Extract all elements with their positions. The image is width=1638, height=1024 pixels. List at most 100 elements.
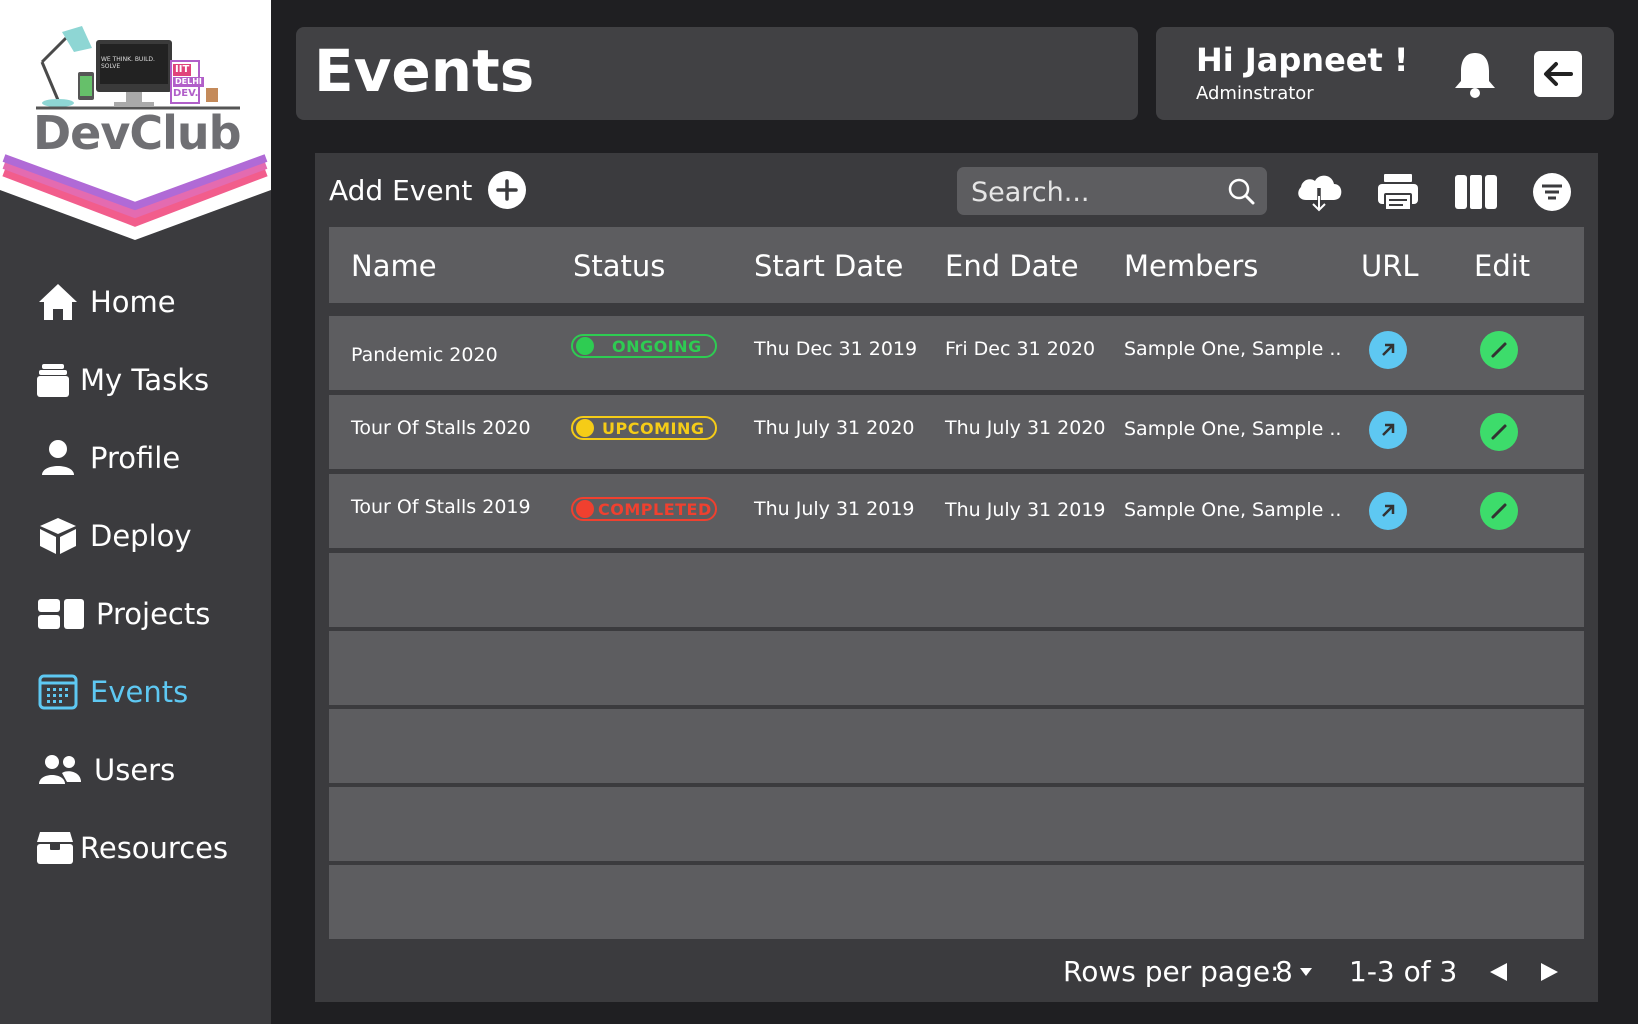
sidebar-item-my-tasks[interactable]: My Tasks xyxy=(36,355,209,405)
empty-row xyxy=(329,709,1584,783)
download-icon[interactable] xyxy=(1294,167,1344,217)
status-badge: UPCOMING xyxy=(571,416,717,440)
edit-button[interactable] xyxy=(1480,492,1518,530)
empty-row xyxy=(329,553,1584,627)
prev-page-icon[interactable] xyxy=(1487,961,1511,987)
members: Sample One, Sample .. xyxy=(1124,418,1342,440)
sidebar-item-resources[interactable]: Resources xyxy=(36,823,228,873)
search-box xyxy=(957,167,1267,215)
status-label: UPCOMING xyxy=(602,418,705,438)
sidebar-item-deploy[interactable]: Deploy xyxy=(36,511,192,561)
add-event-label: Add Event xyxy=(329,173,473,207)
empty-row xyxy=(329,631,1584,705)
event-name: Tour Of Stalls 2020 xyxy=(351,417,531,439)
sidebar-item-home[interactable]: Home xyxy=(36,277,176,327)
column-header-edit[interactable]: Edit xyxy=(1474,249,1530,283)
rows-per-page-select[interactable]: 8 xyxy=(1275,955,1313,988)
edit-button[interactable] xyxy=(1480,413,1518,451)
sidebar-item-label: Users xyxy=(94,753,176,787)
table-row[interactable]: Tour Of Stalls 2019 COMPLETED Thu July 3… xyxy=(329,474,1584,548)
status-badge: ONGOING xyxy=(571,334,717,358)
arrow-up-right-icon xyxy=(1382,423,1395,436)
tasks-icon xyxy=(36,358,70,402)
event-name: Tour Of Stalls 2019 xyxy=(351,496,531,518)
start-date: Thu July 31 2020 xyxy=(754,417,915,439)
column-header-name[interactable]: Name xyxy=(351,249,437,283)
badge-line-2: DELHI xyxy=(173,77,204,87)
search-icon[interactable] xyxy=(1227,177,1255,209)
members: Sample One, Sample .. xyxy=(1124,338,1342,360)
empty-row xyxy=(329,787,1584,861)
next-page-icon[interactable] xyxy=(1537,961,1561,987)
column-header-end-date[interactable]: End Date xyxy=(945,249,1079,283)
arrow-up-right-icon xyxy=(1382,343,1395,356)
sidebar-item-events[interactable]: Events xyxy=(36,667,188,717)
user-role: Adminstrator xyxy=(1196,83,1314,104)
arrow-left-icon xyxy=(1544,62,1573,86)
projects-icon xyxy=(36,592,86,636)
user-card: Hi Japneet ! Adminstrator xyxy=(1156,27,1614,120)
add-event-button[interactable]: Add Event xyxy=(329,171,527,209)
users-icon xyxy=(36,748,84,792)
plus-icon xyxy=(488,171,527,209)
events-panel: Add Event Name Status Start Date End Dat… xyxy=(315,153,1598,1002)
sidebar-item-label: Deploy xyxy=(90,519,192,553)
open-url-button[interactable] xyxy=(1369,331,1407,369)
table-row[interactable]: Pandemic 2020 ONGOING Thu Dec 31 2019 Fr… xyxy=(329,316,1584,390)
end-date: Thu July 31 2020 xyxy=(945,417,1106,439)
print-icon[interactable] xyxy=(1373,167,1423,217)
event-name: Pandemic 2020 xyxy=(351,344,498,366)
column-header-url[interactable]: URL xyxy=(1361,249,1419,283)
sidebar-item-profile[interactable]: Profile xyxy=(36,433,180,483)
rows-per-page-label: Rows per page: xyxy=(1063,955,1280,988)
start-date: Thu July 31 2019 xyxy=(754,498,915,520)
members: Sample One, Sample .. xyxy=(1124,499,1342,521)
status-badge: COMPLETED xyxy=(571,497,717,521)
start-date: Thu Dec 31 2019 xyxy=(754,338,918,360)
end-date: Thu July 31 2019 xyxy=(945,499,1106,521)
page-title: Events xyxy=(314,37,535,105)
pencil-icon xyxy=(1491,424,1507,440)
logo: WE THINK. BUILD. SOLVE IIT DELHI DEV. De… xyxy=(0,0,271,240)
pencil-icon xyxy=(1491,503,1507,519)
sidebar-item-label: My Tasks xyxy=(80,363,210,397)
bell-icon[interactable] xyxy=(1452,49,1498,103)
column-header-status[interactable]: Status xyxy=(573,249,665,283)
table-row[interactable]: Tour Of Stalls 2020 UPCOMING Thu July 31… xyxy=(329,395,1584,469)
sidebar-item-label: Home xyxy=(90,285,176,319)
sidebar-item-projects[interactable]: Projects xyxy=(36,589,210,639)
arrow-up-right-icon xyxy=(1382,504,1395,517)
brand-name: DevClub xyxy=(33,106,242,160)
logout-button[interactable] xyxy=(1534,51,1582,97)
sidebar-item-users[interactable]: Users xyxy=(36,745,175,795)
sidebar: WE THINK. BUILD. SOLVE IIT DELHI DEV. De… xyxy=(0,0,271,1024)
caret-down-icon xyxy=(1299,967,1312,976)
search-input[interactable] xyxy=(969,173,1223,211)
greeting: Hi Japneet ! xyxy=(1196,41,1409,79)
home-icon xyxy=(36,280,80,324)
column-header-members[interactable]: Members xyxy=(1124,249,1258,283)
end-date: Fri Dec 31 2020 xyxy=(945,338,1096,360)
status-dot-icon xyxy=(576,500,594,518)
badge-line-3: DEV. xyxy=(173,88,199,99)
open-url-button[interactable] xyxy=(1369,492,1407,530)
sidebar-item-label: Projects xyxy=(96,597,211,631)
sidebar-item-label: Profile xyxy=(90,441,181,475)
calendar-icon xyxy=(36,670,80,714)
columns-icon[interactable] xyxy=(1451,167,1501,217)
edit-button[interactable] xyxy=(1480,331,1518,369)
sidebar-item-label: Events xyxy=(90,675,189,709)
badge-line-1: IIT xyxy=(173,64,192,76)
page-header: Events xyxy=(296,27,1138,120)
open-url-button[interactable] xyxy=(1369,411,1407,449)
filter-icon[interactable] xyxy=(1527,167,1577,217)
status-dot-icon xyxy=(576,419,594,437)
status-label: ONGOING xyxy=(612,336,702,356)
column-header-start-date[interactable]: Start Date xyxy=(754,249,903,283)
table-header: Name Status Start Date End Date Members … xyxy=(329,227,1584,303)
status-label: COMPLETED xyxy=(598,499,712,519)
empty-row xyxy=(329,865,1584,939)
rows-per-page-value: 8 xyxy=(1275,955,1293,988)
box-icon xyxy=(36,514,80,558)
pagination-range: 1-3 of 3 xyxy=(1349,955,1458,988)
